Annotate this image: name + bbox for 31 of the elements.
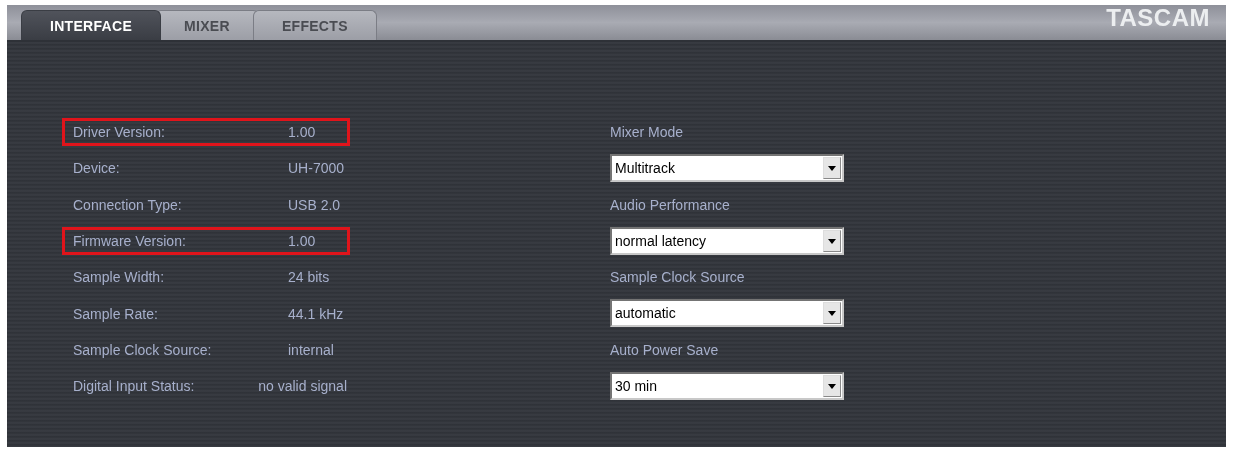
setting-label: Sample Clock Source [610, 268, 745, 288]
dropdown[interactable]: normal latency [610, 226, 844, 255]
field-value: internal [288, 341, 334, 358]
dropdown-value: Multitrack [615, 160, 675, 177]
dropdown-value: normal latency [615, 232, 707, 249]
dropdown[interactable]: Multitrack [610, 154, 844, 183]
field-label: Driver Version: [73, 124, 166, 141]
logo: TASCAM [1106, 4, 1211, 33]
setting-label: Mixer Mode [610, 123, 684, 143]
tab[interactable]: EFFECTS [252, 10, 377, 40]
field-label: Firmware Version: [73, 233, 187, 250]
field-value: no valid signal [258, 378, 347, 395]
tab[interactable]: INTERFACE [21, 10, 162, 40]
field-value: 1.00 [288, 124, 316, 141]
field-label: Device: [73, 160, 121, 177]
dropdown-value: automatic [615, 305, 676, 322]
field-label: Sample Width: [73, 269, 166, 286]
field-label: Digital Input Status: [73, 378, 196, 395]
dropdown[interactable]: 30 min [610, 372, 844, 401]
setting-label: Audio Performance [610, 195, 730, 215]
field-value: 24 bits [288, 269, 330, 286]
dropdown-value: 30 min [615, 378, 658, 395]
field-label: Connection Type: [73, 196, 183, 213]
field-value: UH-7000 [288, 160, 345, 177]
field-label: Sample Rate: [73, 305, 159, 322]
field-value: 44.1 kHz [288, 305, 344, 322]
dropdown[interactable]: automatic [610, 299, 844, 328]
field-label: Sample Clock Source: [73, 341, 213, 358]
field-value: 1.00 [288, 233, 316, 250]
setting-label: Auto Power Save [610, 340, 719, 360]
field-value: USB 2.0 [288, 196, 341, 213]
